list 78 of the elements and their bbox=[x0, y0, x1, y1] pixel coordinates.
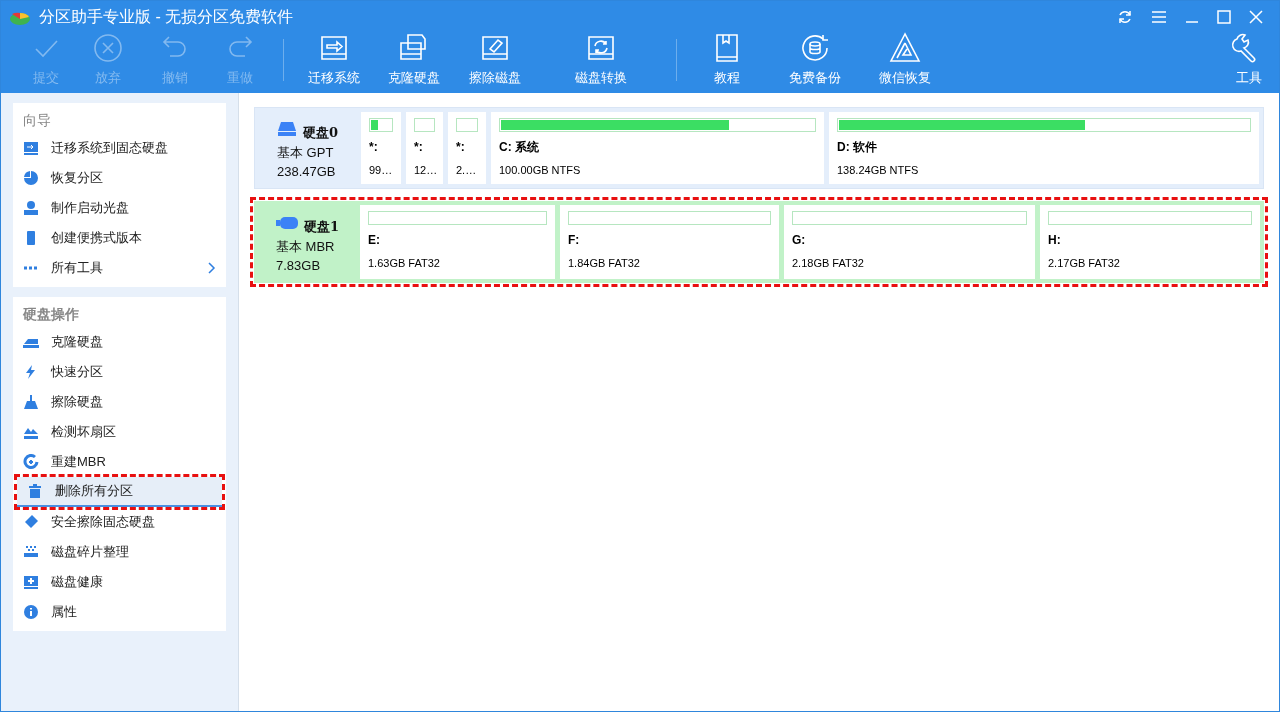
sidebar-item[interactable]: 所有工具 bbox=[13, 253, 226, 283]
sidebar-item[interactable]: 重建MBR bbox=[13, 447, 226, 477]
item-icon bbox=[23, 140, 39, 156]
item-icon bbox=[23, 454, 39, 470]
partition-card[interactable]: *: 99… bbox=[361, 112, 401, 184]
partition-card[interactable]: *: 12… bbox=[406, 112, 443, 184]
item-icon bbox=[23, 200, 39, 216]
sidebar-item[interactable]: 制作启动光盘 bbox=[13, 193, 226, 223]
disk-name: 硬盘0 bbox=[303, 124, 339, 143]
toolbar-button[interactable]: 擦除磁盘 bbox=[454, 30, 536, 87]
toolbar-button[interactable]: 微信恢复 bbox=[863, 30, 947, 87]
item-icon bbox=[23, 394, 39, 410]
sidebar-item[interactable]: 恢复分区 bbox=[13, 163, 226, 193]
item-icon bbox=[27, 483, 43, 499]
sidebar-item[interactable]: 磁盘碎片整理 bbox=[13, 537, 226, 567]
partition-label: C: 系统 bbox=[499, 139, 540, 156]
partition-info: 12… bbox=[414, 163, 435, 178]
disk-type: 基本 GPT bbox=[277, 143, 335, 162]
disk-size: 7.83GB bbox=[276, 256, 322, 275]
partition-label: D: 软件 bbox=[837, 139, 878, 156]
window-title: 分区助手专业版 - 无损分区免费软件 bbox=[39, 7, 294, 27]
sidebar-item[interactable]: 属性 bbox=[13, 597, 226, 627]
partition-label: *: bbox=[369, 139, 379, 156]
sidebar-item[interactable]: 安全擦除固态硬盘 bbox=[13, 507, 226, 537]
partition-label: *: bbox=[414, 139, 424, 156]
partition-card[interactable]: H: 2.17GB FAT32 bbox=[1040, 205, 1260, 279]
sidebar-item[interactable]: 迁移系统到固态硬盘 bbox=[13, 133, 226, 163]
item-icon bbox=[23, 544, 39, 560]
partition-info: 2.… bbox=[456, 163, 478, 178]
sidebar-item[interactable]: 删除所有分区 bbox=[17, 477, 222, 507]
toolbar-button[interactable]: 免费备份 bbox=[767, 30, 863, 87]
toolbar-button[interactable]: 磁盘转换 bbox=[536, 30, 666, 87]
partition-card[interactable]: *: 2.… bbox=[448, 112, 486, 184]
partition-card[interactable]: F: 1.84GB FAT32 bbox=[560, 205, 779, 279]
maximize-icon[interactable] bbox=[1217, 10, 1231, 24]
toolbar-button[interactable]: 克隆硬盘 bbox=[374, 30, 454, 87]
item-icon bbox=[23, 514, 39, 530]
partition-info: 100.00GB NTFS bbox=[499, 163, 582, 178]
partition-label: E: bbox=[368, 232, 381, 249]
sidebar-item[interactable]: 磁盘健康 bbox=[13, 567, 226, 597]
disk-icon bbox=[277, 121, 297, 137]
partition-label: G: bbox=[792, 232, 807, 249]
refresh-icon[interactable] bbox=[1117, 9, 1133, 25]
close-icon[interactable] bbox=[1249, 10, 1263, 24]
partition-card[interactable]: G: 2.18GB FAT32 bbox=[784, 205, 1035, 279]
disk-size: 238.47GB bbox=[277, 162, 337, 181]
partition-info: 1.84GB FAT32 bbox=[568, 256, 641, 271]
usb-drive-icon bbox=[276, 217, 298, 229]
section-title: 向导 bbox=[22, 111, 52, 130]
item-icon bbox=[23, 604, 39, 620]
sidebar-item[interactable]: 擦除硬盘 bbox=[13, 387, 226, 417]
partition-card[interactable]: D: 软件 138.24GB NTFS bbox=[829, 112, 1259, 184]
sidebar-item[interactable]: 快速分区 bbox=[13, 357, 226, 387]
disk-row[interactable]: 硬盘0 基本 GPT 238.47GB *: 99… *: 12… *: 2.… C: 系统 100.00GB NTFS D: 软件 138.24GB NTFS bbox=[254, 107, 1264, 189]
section-title: 硬盘操作 bbox=[22, 305, 80, 324]
disk-type: 基本 MBR bbox=[276, 237, 336, 256]
sidebar-item[interactable]: 检测坏扇区 bbox=[13, 417, 226, 447]
partition-label: F: bbox=[568, 232, 581, 249]
toolbar-button[interactable]: 教程 bbox=[687, 30, 767, 87]
partition-info: 2.18GB FAT32 bbox=[792, 256, 865, 271]
toolbar-icon bbox=[887, 30, 923, 65]
toolbar-button[interactable]: 迁移系统 bbox=[294, 30, 374, 87]
partition-info: 138.24GB NTFS bbox=[837, 163, 920, 178]
partition-info: 2.17GB FAT32 bbox=[1048, 256, 1121, 271]
partition-info: 99… bbox=[369, 163, 393, 178]
dots-icon bbox=[23, 266, 39, 270]
disk-name: 硬盘1 bbox=[304, 218, 340, 237]
sidebar-item[interactable]: 创建便携式版本 bbox=[13, 223, 226, 253]
partition-card[interactable]: E: 1.63GB FAT32 bbox=[360, 205, 555, 279]
partition-card[interactable]: C: 系统 100.00GB NTFS bbox=[491, 112, 824, 184]
partition-label: *: bbox=[456, 139, 466, 156]
sidebar-item[interactable]: 克隆硬盘 bbox=[13, 327, 226, 357]
partition-label: H: bbox=[1048, 232, 1062, 249]
item-icon bbox=[23, 170, 39, 186]
item-icon bbox=[23, 574, 39, 590]
partition-info: 1.63GB FAT32 bbox=[368, 256, 441, 271]
menu-icon[interactable] bbox=[1151, 10, 1167, 24]
toolbar-button[interactable]: 工具 bbox=[1227, 30, 1271, 87]
